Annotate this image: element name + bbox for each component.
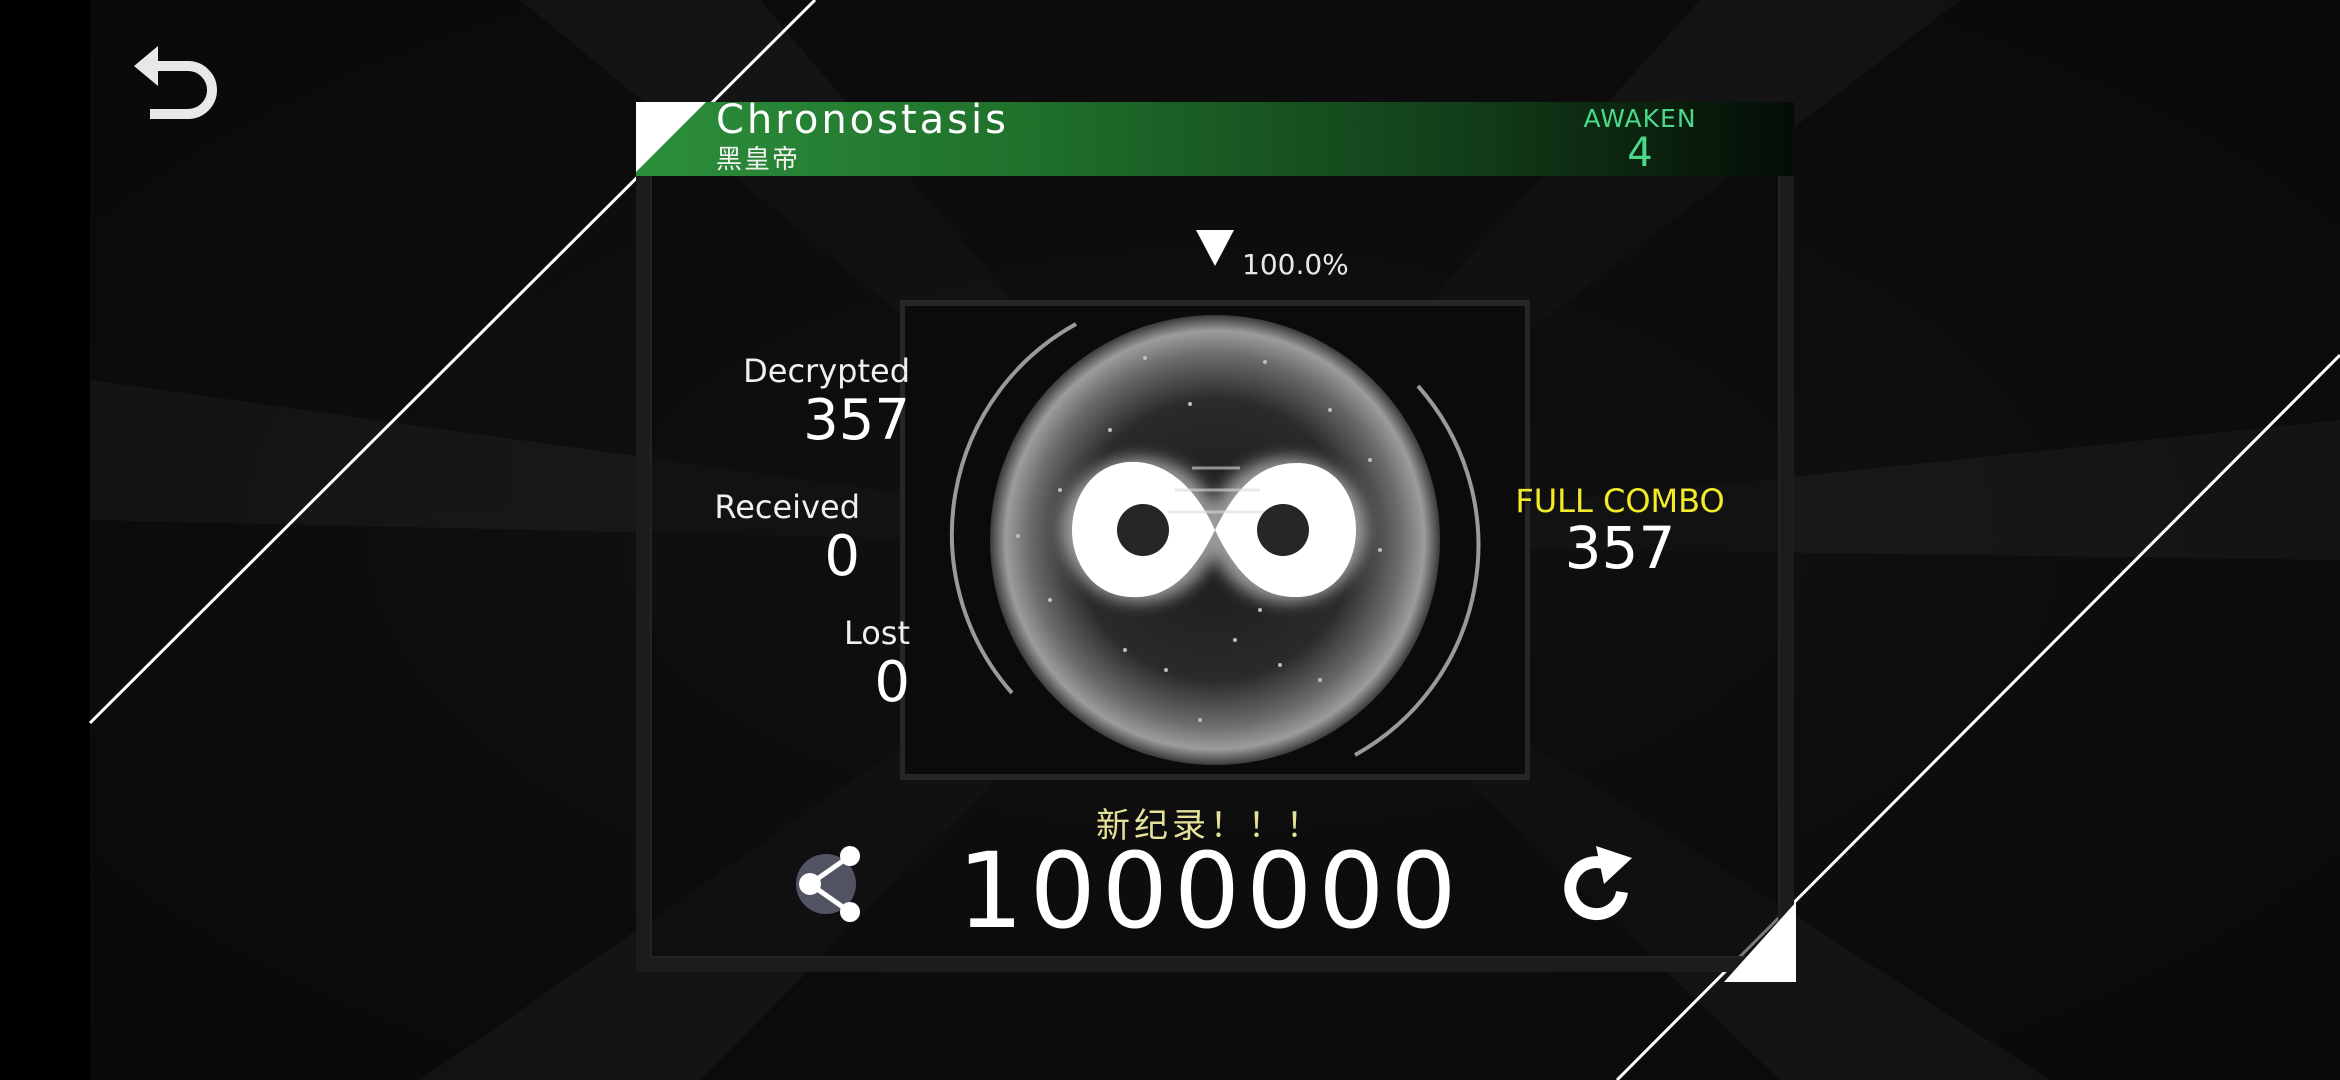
back-button[interactable] [128,36,224,126]
triangle-marker-icon [1196,230,1234,266]
received-label: Received [714,488,860,526]
full-combo-count: 357 [1564,514,1676,582]
completion-percent: 100.0% [1242,248,1349,281]
share-icon [796,846,860,922]
corner-highlight [636,102,706,172]
corner-highlight [1724,902,1796,982]
score: 1000000 [957,830,1463,952]
lost-label: Lost [843,614,910,652]
difficulty-label: AWAKEN [1583,104,1697,133]
infinity-emblem [900,300,1530,780]
song-artist: 黑皇帝 [716,145,801,175]
decrypted-count: 357 [803,388,910,453]
difficulty-level: 4 [1627,130,1653,176]
back-arrow-icon [134,46,217,119]
result-screen: Chronostasis 黑皇帝 AWAKEN 4 100.0% Decrypt… [0,0,2340,1080]
retry-icon [1564,846,1632,921]
received-count: 0 [824,524,860,589]
share-button[interactable] [790,842,872,924]
song-title: Chronostasis [716,97,1009,143]
lost-count: 0 [874,650,910,715]
decrypted-label: Decrypted [743,352,910,390]
retry-button[interactable] [1560,840,1640,930]
